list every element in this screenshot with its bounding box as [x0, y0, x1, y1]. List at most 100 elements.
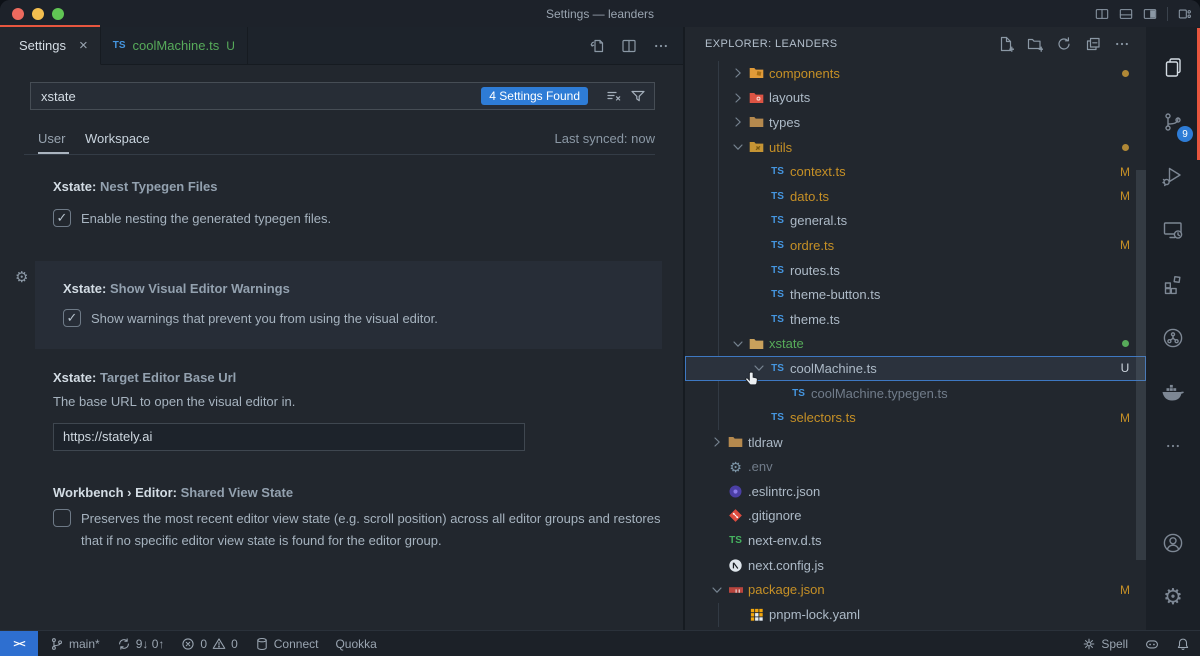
tree-item-package-json[interactable]: package.jsonM	[685, 577, 1146, 602]
tree-item-utils[interactable]: utils	[685, 135, 1146, 160]
setting-checkbox[interactable]	[53, 509, 71, 527]
setting-gear-icon[interactable]: ⚙	[15, 268, 28, 286]
status-quokka[interactable]: Quokka	[335, 637, 376, 651]
scrollbar-thumb[interactable]	[1136, 170, 1146, 560]
scm-count-badge: 9	[1177, 126, 1193, 142]
file-label: tldraw	[748, 435, 783, 450]
tree-item-theme-ts[interactable]: TStheme.ts	[685, 307, 1146, 332]
activity-explorer[interactable]	[1146, 41, 1200, 95]
chevron-right-icon[interactable]	[730, 90, 746, 106]
tab-workspace-settings[interactable]: Workspace	[85, 131, 150, 146]
workbench: Settings × TS coolMachine.ts U xstate 4 …	[0, 27, 1200, 630]
sync-icon	[117, 637, 131, 651]
tree-item-context-ts[interactable]: TScontext.tsM	[685, 159, 1146, 184]
activity-docker[interactable]	[1146, 365, 1200, 419]
status-git-branch[interactable]: main*	[50, 637, 100, 651]
layout-panel-icon[interactable]	[1119, 7, 1133, 21]
setting-text-input[interactable]: https://stately.ai	[53, 423, 525, 451]
layout-control-icon[interactable]	[1178, 7, 1192, 21]
activity-manage[interactable]: ⚙	[1146, 570, 1200, 624]
file-label: types	[769, 115, 800, 130]
tab-user-settings[interactable]: User	[38, 131, 65, 146]
setting-item: Xstate: Nest Typegen Files✓Enable nestin…	[0, 179, 662, 230]
tree-item--env[interactable]: ⚙.env	[685, 455, 1146, 480]
tab-settings[interactable]: Settings ×	[0, 27, 101, 65]
ts-icon: TS	[769, 191, 786, 202]
chevron-down-icon[interactable]	[730, 336, 746, 352]
activity-bar: 9⚙	[1146, 27, 1200, 630]
status-copilot[interactable]	[1145, 637, 1159, 651]
new-file-icon[interactable]	[998, 36, 1014, 52]
file-label: routes.ts	[790, 263, 840, 278]
tree-item-next-config-js[interactable]: next.config.js	[685, 553, 1146, 578]
setting-checkbox[interactable]: ✓	[63, 309, 81, 327]
activity-git-fork-view[interactable]	[1146, 311, 1200, 365]
file-label: theme.ts	[790, 312, 840, 327]
activity-run-and-debug[interactable]	[1146, 149, 1200, 203]
tree-item-theme-button-ts[interactable]: TStheme-button.ts	[685, 282, 1146, 307]
spell-icon	[1082, 637, 1096, 651]
tree-item-next-env-d-ts[interactable]: TSnext-env.d.ts	[685, 528, 1146, 553]
tree-item-types[interactable]: types	[685, 110, 1146, 135]
tree-item--gitignore[interactable]: .gitignore	[685, 504, 1146, 529]
git-status-dot	[1122, 144, 1129, 151]
settings-editor: xstate 4 Settings Found User Workspace L…	[0, 65, 683, 630]
more-icon[interactable]	[1114, 36, 1130, 52]
tree-item-layouts[interactable]: layouts	[685, 86, 1146, 111]
tree-item-ordre-ts[interactable]: TSordre.tsM	[685, 233, 1146, 258]
layout-sidebar-icon[interactable]	[1143, 7, 1157, 21]
explorer-actions	[998, 36, 1130, 52]
file-tree: components layouts types utilsTScontext.tsM…	[685, 61, 1146, 627]
collapse-all-icon[interactable]	[1085, 36, 1101, 52]
status-notifications[interactable]	[1176, 637, 1190, 651]
split-editor-icon[interactable]	[621, 38, 637, 54]
tree-item-dato-ts[interactable]: TSdato.tsM	[685, 184, 1146, 209]
chevron-down-icon[interactable]	[709, 582, 725, 598]
bell-icon	[1176, 637, 1190, 651]
setting-checkbox[interactable]: ✓	[53, 209, 71, 227]
more-icon[interactable]	[653, 38, 669, 54]
database-icon	[255, 637, 269, 651]
activity-remote-explorer[interactable]	[1146, 203, 1200, 257]
file-label: layouts	[769, 90, 810, 105]
tab-coolmachine[interactable]: TS coolMachine.ts U	[101, 27, 248, 64]
clear-filters-icon[interactable]	[606, 88, 622, 104]
ts-icon: TS	[769, 240, 786, 251]
tree-item-pnpm-lock-yaml[interactable]: pnpm-lock.yaml	[685, 602, 1146, 627]
tab-label: coolMachine.ts	[133, 38, 220, 53]
layout-columns-icon[interactable]	[1095, 7, 1109, 21]
editor-group: Settings × TS coolMachine.ts U xstate 4 …	[0, 27, 683, 630]
close-tab-icon[interactable]: ×	[79, 37, 88, 54]
open-settings-json-icon[interactable]	[589, 38, 605, 54]
tree-item-xstate[interactable]: xstate	[685, 332, 1146, 357]
settings-search-input[interactable]: xstate 4 Settings Found	[30, 82, 655, 110]
ts-icon: TS	[769, 412, 786, 423]
tree-item-routes-ts[interactable]: TSroutes.ts	[685, 258, 1146, 283]
remote-indicator[interactable]: ><	[0, 631, 38, 656]
activity-extensions[interactable]	[1146, 257, 1200, 311]
status-connect[interactable]: Connect	[255, 637, 319, 651]
status-problems[interactable]: 00	[181, 637, 237, 651]
chevron-right-icon[interactable]	[730, 114, 746, 130]
folder-components-icon	[748, 65, 765, 81]
refresh-icon[interactable]	[1056, 36, 1072, 52]
filter-icon[interactable]	[630, 88, 646, 104]
tree-item--eslintrc-json[interactable]: .eslintrc.json	[685, 479, 1146, 504]
tree-item-components[interactable]: components	[685, 61, 1146, 86]
eslint-icon	[727, 484, 744, 499]
settings-scope-tabs: User Workspace Last synced: now	[0, 131, 683, 155]
file-label: dato.ts	[790, 189, 829, 204]
chevron-right-icon[interactable]	[709, 434, 725, 450]
chevron-right-icon[interactable]	[730, 65, 746, 81]
tree-item-selectors-ts[interactable]: TSselectors.tsM	[685, 405, 1146, 430]
new-folder-icon[interactable]	[1027, 36, 1043, 52]
tree-item-general-ts[interactable]: TSgeneral.ts	[685, 209, 1146, 234]
status-spell-checker[interactable]: Spell	[1082, 637, 1128, 651]
status-sync-changes[interactable]: 9↓ 0↑	[117, 637, 165, 651]
activity-source-control[interactable]: 9	[1146, 95, 1200, 149]
activity-additional-views[interactable]	[1146, 419, 1200, 473]
tree-item-tldraw[interactable]: tldraw	[685, 430, 1146, 455]
chevron-down-icon[interactable]	[730, 139, 746, 155]
npm-icon	[727, 582, 744, 598]
activity-accounts[interactable]	[1146, 516, 1200, 570]
